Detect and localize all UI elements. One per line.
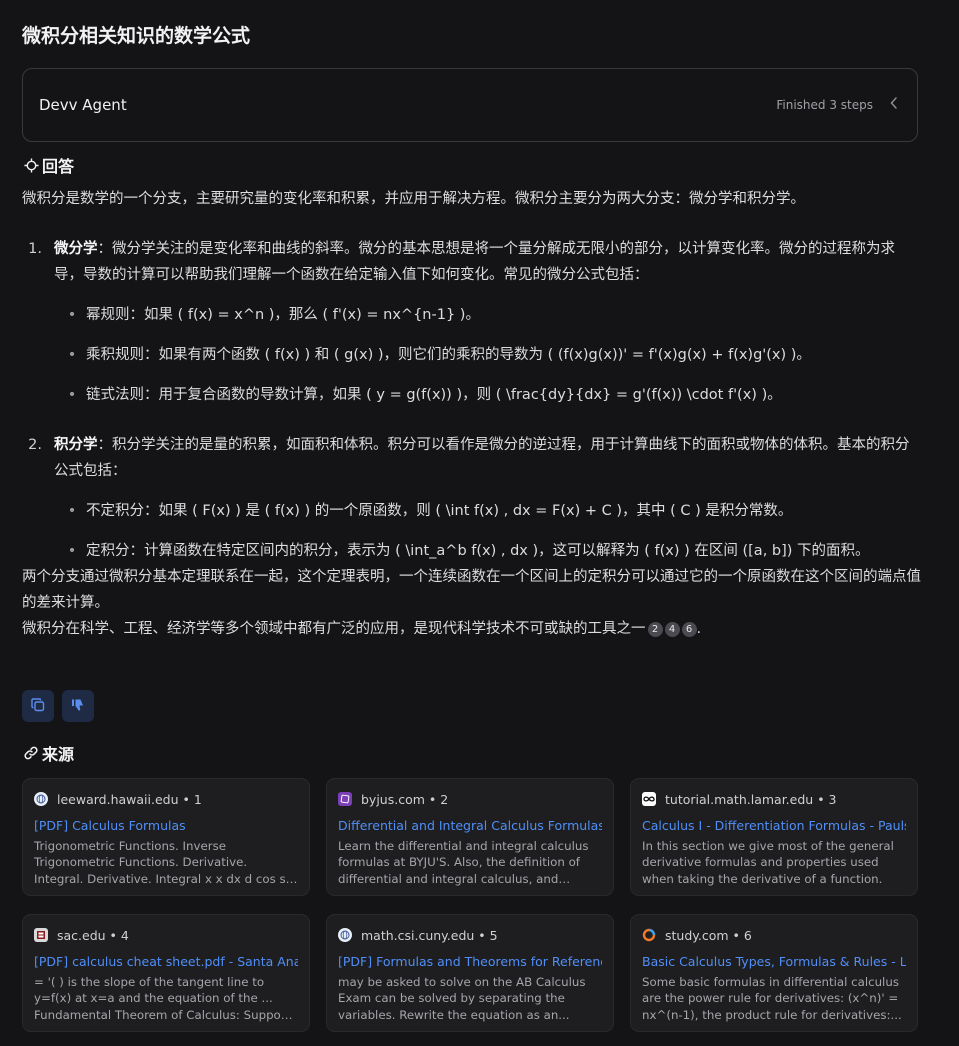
source-title[interactable]: [PDF] Formulas and Theorems for Referenc…: [338, 954, 602, 969]
source-number: 1: [193, 791, 202, 807]
dislike-button[interactable]: [62, 690, 94, 722]
source-number: 2: [440, 791, 449, 807]
answer-heading-label: 回答: [42, 157, 75, 176]
source-domain: sac.edu: [57, 927, 106, 943]
source-domain: byjus.com: [361, 791, 425, 807]
source-card[interactable]: study.com • 6 Basic Calculus Types, Form…: [630, 914, 918, 1032]
source-snippet: In this section we give most of the gene…: [642, 839, 894, 886]
source-separator: •: [474, 927, 490, 943]
answer-paragraph-final: 微积分在科学、工程、经济学等多个领域中都有广泛的应用，是现代科学技术不可或缺的工…: [22, 616, 922, 642]
answer-actions: [22, 690, 94, 722]
bullet-dot: •: [67, 543, 77, 559]
answer-paragraph-text: 微积分在科学、工程、经济学等多个领域中都有广泛的应用，是现代科学技术不可或缺的工…: [22, 621, 646, 637]
source-snippet: may be asked to solve on the AB Calculus…: [338, 975, 586, 1022]
byjus-logo-icon: [338, 792, 352, 806]
globe-icon: [338, 928, 352, 942]
bullet-text: 不定积分：如果 ( F(x) ) 是 ( f(x) ) 的一个原函数，则 ( \…: [86, 503, 793, 519]
sac-logo-icon: [34, 928, 48, 942]
link-icon: [22, 744, 40, 762]
source-snippet: Some basic formulas in differential calc…: [642, 975, 902, 1022]
copy-icon: [31, 697, 45, 716]
source-number: 6: [743, 927, 752, 943]
sources-heading: 来源: [22, 741, 74, 765]
sources-heading-label: 来源: [42, 745, 75, 764]
list-number: 2.: [28, 437, 42, 453]
source-title[interactable]: [PDF] calculus cheat sheet.pdf - Santa A…: [34, 954, 298, 969]
thumbs-down-icon: [71, 697, 85, 716]
source-snippet: Learn the differential and integral calc…: [338, 839, 589, 886]
source-card[interactable]: math.csi.cuny.edu • 5 [PDF] Formulas and…: [326, 914, 614, 1032]
bullet-dot: •: [67, 347, 77, 363]
globe-icon: [34, 792, 48, 806]
answer-paragraph-end: .: [696, 621, 702, 637]
answer-paragraph: 两个分支通过微积分基本定理联系在一起，这个定理表明，一个连续函数在一个区间上的定…: [22, 569, 921, 611]
bullet-item: • 不定积分：如果 ( F(x) ) 是 ( f(x) ) 的一个原函数，则 ( …: [54, 498, 922, 524]
source-title[interactable]: Basic Calculus Types, Formulas & Rules -…: [642, 954, 906, 969]
source-separator: •: [178, 791, 194, 807]
bullet-dot: •: [67, 503, 77, 519]
answer-icon: [22, 156, 40, 174]
bullet-item: • 链式法则：用于复合函数的导数计算，如果 ( y = g(f(x)) )，则 (…: [54, 382, 922, 408]
source-title[interactable]: Differential and Integral Calculus Formu…: [338, 818, 602, 833]
agent-status: Finished 3 steps: [776, 98, 873, 112]
source-number: 4: [120, 927, 129, 943]
source-snippet: = '( ) is the slope of the tangent line …: [34, 975, 295, 1022]
source-title[interactable]: [PDF] Calculus Formulas: [34, 818, 298, 833]
source-title[interactable]: Calculus I - Differentiation Formulas - …: [642, 818, 906, 833]
list-item: 1. 微分学：微分学关注的是变化率和曲线的斜率。微分的基本思想是将一个量分解成无…: [22, 236, 922, 408]
source-domain: study.com: [665, 927, 729, 943]
list-item: 2. 积分学：积分学关注的是量的积累，如面积和体积。积分可以看作是微分的逆过程，…: [22, 432, 922, 564]
source-number: 3: [828, 791, 837, 807]
citation-badge[interactable]: 4: [664, 622, 680, 637]
infinity-icon: [642, 792, 656, 806]
agent-name: Devv Agent: [39, 96, 127, 114]
source-domain: math.csi.cuny.edu: [361, 927, 475, 943]
bullet-dot: •: [67, 307, 77, 323]
citation-badge[interactable]: 2: [647, 622, 663, 637]
list-term: 微分学: [54, 241, 98, 257]
list-number: 1.: [28, 241, 42, 257]
bullet-item: • 幂规则：如果 ( f(x) = x^n )，那么 ( f'(x) = nx^{…: [54, 302, 922, 328]
bullet-item: • 定积分：计算函数在特定区间内的积分，表示为 ( \int_a^b f(x) ,…: [54, 538, 922, 564]
source-card[interactable]: byjus.com • 2 Differential and Integral …: [326, 778, 614, 896]
page-title: 微积分相关知识的数学公式: [22, 25, 251, 47]
list-text: ：微分学关注的是变化率和曲线的斜率。微分的基本思想是将一个量分解成无限小的部分，…: [54, 241, 895, 283]
study-logo-icon: [642, 928, 656, 942]
agent-steps-panel[interactable]: Devv Agent Finished 3 steps: [22, 68, 918, 142]
answer-intro: 微积分是数学的一个分支，主要研究量的变化率和积累，并应用于解决方程。微积分主要分…: [22, 191, 805, 207]
list-text: ：积分学关注的是量的积累，如面积和体积。积分可以看作是微分的逆过程，用于计算曲线…: [54, 437, 910, 479]
source-separator: •: [728, 927, 744, 943]
source-snippet: Trigonometric Functions. Inverse Trigono…: [34, 839, 297, 886]
bullet-text: 链式法则：用于复合函数的导数计算，如果 ( y = g(f(x)) )，则 ( …: [86, 387, 782, 403]
bullet-dot: •: [67, 387, 77, 403]
source-domain: tutorial.math.lamar.edu: [665, 791, 814, 807]
copy-button[interactable]: [22, 690, 54, 722]
source-card[interactable]: leeward.hawaii.edu • 1 [PDF] Calculus Fo…: [22, 778, 310, 896]
source-separator: •: [424, 791, 441, 807]
bullet-item: • 乘积规则：如果有两个函数 ( f(x) ) 和 ( g(x) )，则它们的乘积…: [54, 342, 922, 368]
bullet-text: 定积分：计算函数在特定区间内的积分，表示为 ( \int_a^b f(x) , …: [86, 543, 870, 559]
list-term: 积分学: [54, 437, 98, 453]
citation-badge[interactable]: 6: [681, 622, 697, 637]
sources-grid: leeward.hawaii.edu • 1 [PDF] Calculus Fo…: [22, 778, 918, 1032]
chevron-left-icon[interactable]: [887, 97, 901, 113]
source-number: 5: [489, 927, 498, 943]
source-domain: leeward.hawaii.edu: [57, 791, 179, 807]
bullet-text: 乘积规则：如果有两个函数 ( f(x) ) 和 ( g(x) )，则它们的乘积的…: [86, 347, 811, 363]
source-separator: •: [105, 927, 121, 943]
answer-body: 微积分是数学的一个分支，主要研究量的变化率和积累，并应用于解决方程。微积分主要分…: [22, 186, 922, 642]
source-separator: •: [813, 791, 829, 807]
answer-heading: 回答: [22, 153, 74, 177]
source-card[interactable]: tutorial.math.lamar.edu • 3 Calculus I -…: [630, 778, 918, 896]
bullet-text: 幂规则：如果 ( f(x) = x^n )，那么 ( f'(x) = nx^{n…: [86, 307, 480, 323]
source-card[interactable]: sac.edu • 4 [PDF] calculus cheat sheet.p…: [22, 914, 310, 1032]
